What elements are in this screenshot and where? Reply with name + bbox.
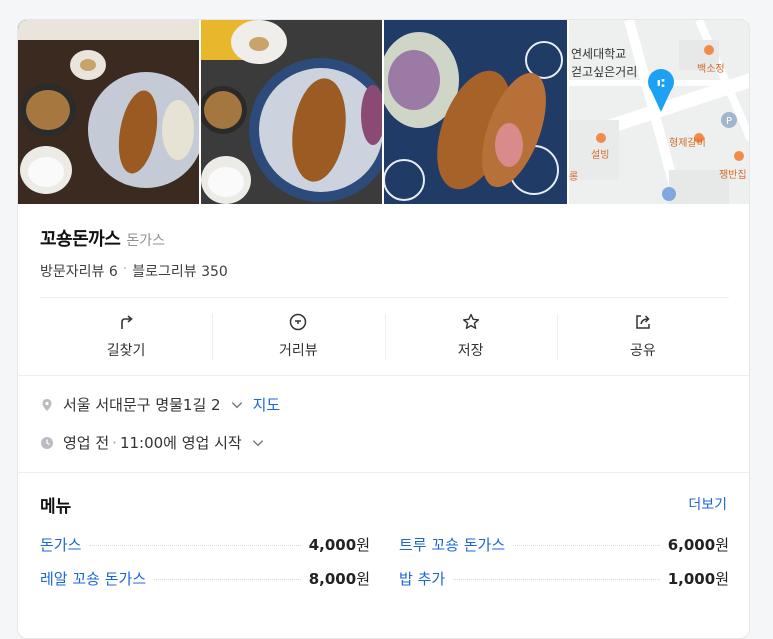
blog-reviews-link[interactable]: 블로그리뷰 350	[132, 261, 228, 281]
directions-label: 길찾기	[106, 343, 146, 359]
svg-text:P: P	[726, 116, 732, 127]
place-name[interactable]: 꼬숑돈까스	[40, 225, 121, 251]
streetview-icon	[290, 313, 307, 331]
star-icon	[462, 313, 479, 329]
menu-item-price: 1,000원	[667, 570, 729, 588]
menu-item-price: 4,000원	[308, 536, 370, 554]
place-card: ⑆ P 연세대학교 걷고싶은거리 백소정 형제갈비 설빙 쟁반집 롱 꼬숑돈까스…	[17, 19, 750, 639]
share-button[interactable]: 공유	[556, 308, 729, 370]
photo-strip: ⑆ P 연세대학교 걷고싶은거리 백소정 형제갈비 설빙 쟁반집 롱	[18, 20, 749, 204]
action-bar: 길찾기 거리뷰 저장 공유	[40, 308, 729, 370]
photo-1[interactable]	[18, 20, 199, 204]
menu-leader	[453, 579, 660, 580]
map-label-university: 연세대학교	[571, 47, 626, 61]
directions-button[interactable]: 길찾기	[40, 308, 212, 370]
map-label-district: 걷고싶은거리	[571, 65, 637, 79]
menu-item-price: 8,000원	[308, 570, 370, 588]
photo-2[interactable]	[201, 20, 382, 204]
share-icon	[636, 315, 650, 329]
directions-icon	[121, 315, 133, 329]
map-link[interactable]: 지도	[253, 394, 281, 415]
review-separator: ·	[122, 261, 128, 277]
streetview-label: 거리뷰	[279, 343, 318, 359]
share-label: 공유	[629, 343, 656, 359]
menu-item: 밥 추가 1,000원	[399, 568, 729, 590]
menu-leader	[89, 545, 301, 546]
address-row: 서울 서대문구 명물1길 2 지도	[40, 394, 280, 415]
map-label-restaurant-a: 백소정	[697, 63, 725, 75]
map-thumbnail[interactable]: ⑆ P 연세대학교 걷고싶은거리 백소정 형제갈비 설빙 쟁반집 롱	[569, 20, 749, 204]
menu-item: 돈가스 4,000원	[40, 534, 370, 556]
review-summary: 방문자리뷰 6 · 블로그리뷰 350	[40, 261, 228, 281]
menu-item-price: 6,000원	[667, 536, 729, 554]
menu-item-name[interactable]: 레알 꼬숑 돈가스	[40, 568, 146, 589]
save-label: 저장	[457, 343, 484, 359]
hours-row: 영업 전 · 11:00에 영업 시작	[40, 432, 265, 453]
photo-3[interactable]	[384, 20, 567, 204]
save-button[interactable]: 저장	[384, 308, 557, 370]
place-header: 꼬숑돈까스 돈가스	[40, 225, 165, 251]
menu-title: 메뉴	[40, 497, 72, 517]
map-label-restaurant-e: 롱	[569, 171, 578, 183]
visitor-reviews-link[interactable]: 방문자리뷰 6	[40, 261, 118, 281]
map-label-restaurant-b: 형제갈비	[669, 136, 706, 149]
menu-item-name[interactable]: 트루 꼬숑 돈가스	[399, 534, 505, 555]
divider	[18, 375, 749, 376]
map-label-restaurant-d: 쟁반집	[719, 169, 747, 181]
address-text: 서울 서대문구 명물1길 2	[63, 396, 221, 414]
place-category: 돈가스	[126, 233, 165, 249]
map-label-restaurant-c: 설빙	[591, 149, 609, 161]
location-pin-icon	[42, 398, 52, 411]
menu-item-name[interactable]: 돈가스	[40, 534, 81, 555]
menu-item: 트루 꼬숑 돈가스 6,000원	[399, 534, 729, 556]
hours-status: 영업 전	[63, 434, 110, 452]
chevron-down-icon[interactable]	[230, 398, 244, 412]
menu-list: 돈가스 4,000원 트루 꼬숑 돈가스 6,000원 레알 꼬숑 돈가스 8,…	[40, 534, 729, 590]
clock-icon	[41, 436, 53, 449]
menu-item: 레알 꼬숑 돈가스 8,000원	[40, 568, 370, 590]
menu-item-name[interactable]: 밥 추가	[399, 568, 445, 589]
divider	[18, 472, 749, 473]
menu-more-link[interactable]: 더보기	[688, 494, 727, 514]
hours-detail: 11:00에 영업 시작	[119, 434, 242, 452]
divider	[40, 297, 729, 298]
streetview-button[interactable]: 거리뷰	[212, 308, 384, 370]
menu-leader	[154, 579, 301, 580]
hours-separator: ·	[112, 433, 117, 452]
svg-text:⑆: ⑆	[657, 76, 664, 90]
chevron-down-icon[interactable]	[251, 436, 265, 450]
menu-leader	[513, 545, 660, 546]
